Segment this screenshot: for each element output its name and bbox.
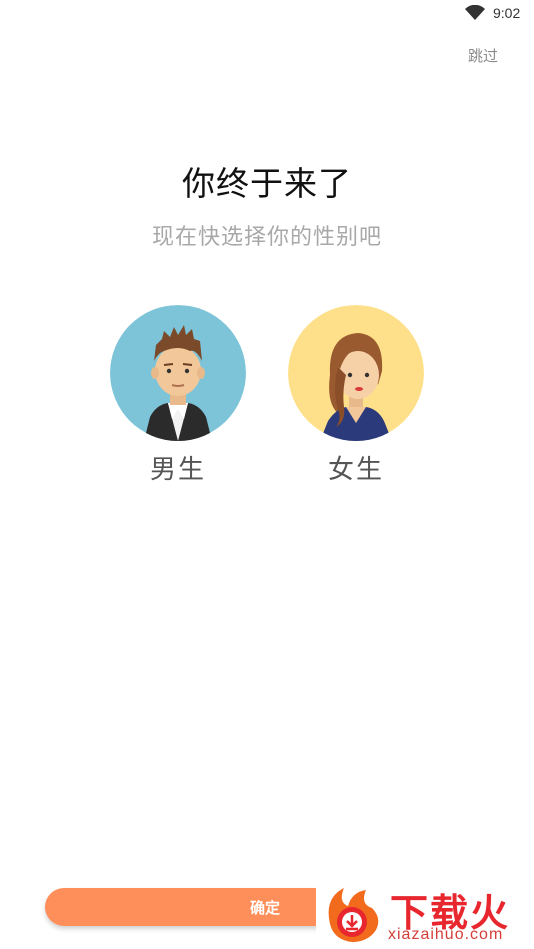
confirm-button-label: 确定 (249, 898, 280, 917)
gender-select-screen: 9:02 跳过 你终于来了 现在快选择你的性别吧 男生 女生 确定 下载火 xi… (0, 0, 534, 949)
gender-label-male[interactable]: 男生 (110, 449, 246, 486)
gender-option-male[interactable]: 男生 (110, 305, 246, 486)
skip-button[interactable]: 跳过 (468, 45, 498, 66)
wifi-icon (465, 5, 485, 20)
fire-download-logo-icon (328, 888, 379, 942)
page-subtitle: 现在快选择你的性别吧 (151, 225, 382, 250)
female-avatar[interactable] (288, 305, 424, 441)
gender-label-female[interactable]: 女生 (288, 449, 424, 486)
gender-option-female[interactable]: 女生 (288, 305, 424, 486)
watermark-url: xiazaihuo.com (388, 926, 504, 943)
page-title: 你终于来了 (182, 164, 352, 203)
watermark: 下载火 xiazaihuo.com (316, 878, 534, 949)
status-bar: 9:02 (0, 0, 534, 30)
male-avatar[interactable] (110, 305, 246, 441)
status-time: 9:02 (493, 5, 521, 21)
